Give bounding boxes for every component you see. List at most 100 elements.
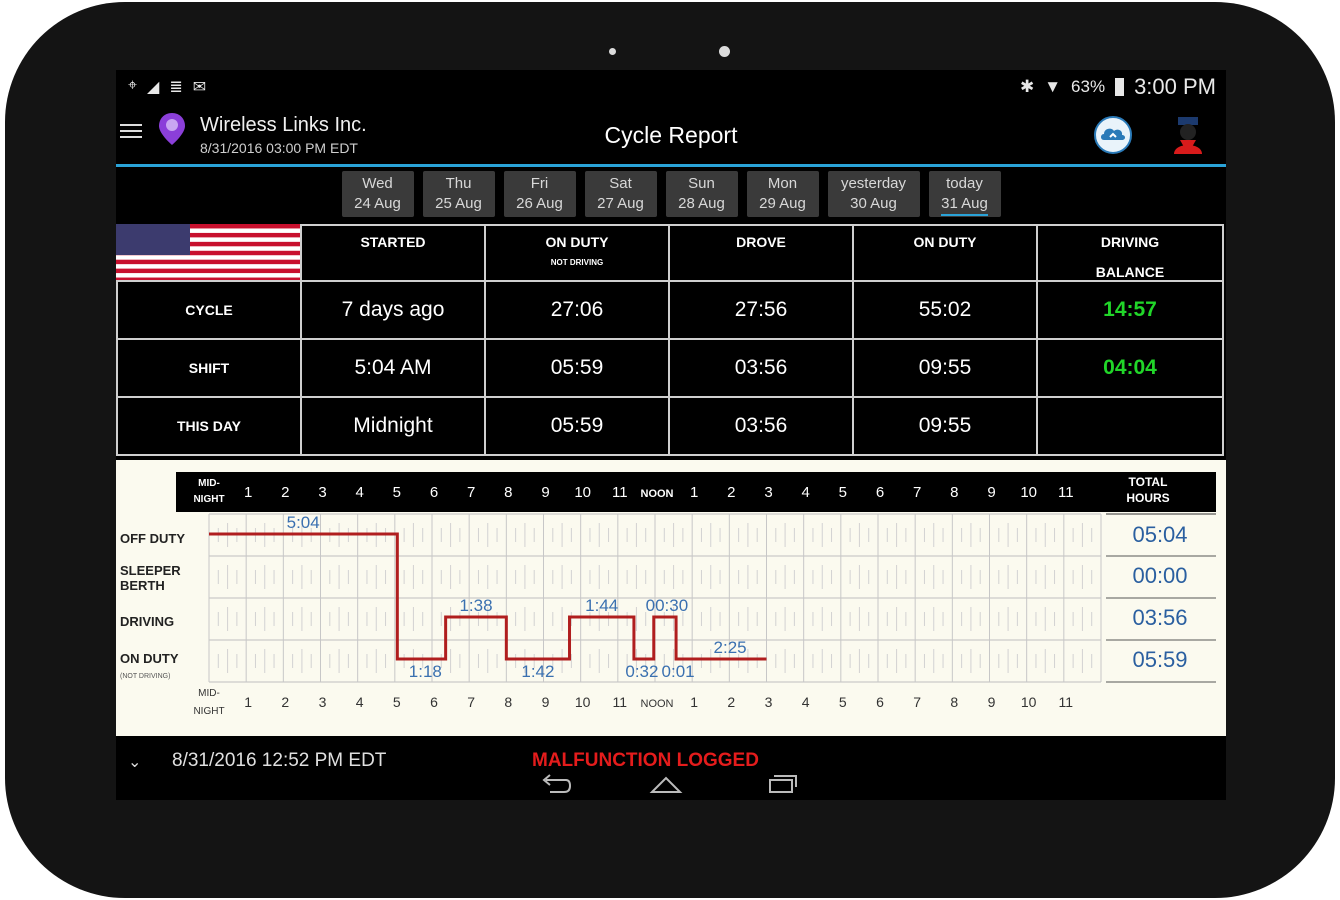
hour-label-bottom: 4 <box>802 694 810 710</box>
hour-label-bottom: 1 <box>244 694 252 710</box>
cycle-onduty: 55:02 <box>852 280 1038 340</box>
hour-label-top: 10 <box>1020 484 1037 501</box>
footer-timestamp: 8/31/2016 12:52 PM EDT <box>172 750 387 771</box>
page-title: Cycle Report <box>604 122 738 148</box>
hour-label-bottom: 3 <box>765 694 773 710</box>
duration-label: 5:04 <box>287 513 320 532</box>
recents-nav-icon[interactable] <box>762 772 802 796</box>
hour-label-bottom: 5 <box>839 694 847 710</box>
hour-label-top: 9 <box>987 484 995 501</box>
hour-label-bottom: 2 <box>727 694 735 710</box>
tab-day-sat[interactable]: Sat 27 Aug <box>584 171 657 217</box>
hour-label-top: NOON <box>641 488 674 500</box>
duration-label: 0:32 <box>625 662 658 681</box>
wifi-strength-icon: ▼ <box>1044 77 1062 96</box>
hour-label-bottom: 10 <box>575 694 591 710</box>
hour-label-top: 6 <box>876 484 884 501</box>
back-nav-icon[interactable] <box>536 772 576 796</box>
tab-day-mon[interactable]: Mon 29 Aug <box>746 171 819 217</box>
hour-label-top: 11 <box>1058 484 1074 501</box>
hour-label-top: 7 <box>467 484 475 501</box>
tab-day-wed[interactable]: Wed 24 Aug <box>341 171 414 217</box>
total-driving: 03:56 <box>1132 605 1187 630</box>
hour-label-top: 1 <box>690 484 698 501</box>
shift-onduty-not-driving: 05:59 <box>484 338 670 398</box>
hour-label-bottom: 2 <box>281 694 289 710</box>
hour-label-bottom: 11 <box>1059 694 1074 710</box>
header-drove: DROVE <box>668 224 854 282</box>
hour-label-bottom: NOON <box>641 698 674 710</box>
total-on-duty: 05:59 <box>1132 647 1187 672</box>
front-camera-lens <box>719 46 730 57</box>
front-camera-dot <box>609 48 616 55</box>
hour-label-top: 8 <box>950 484 958 501</box>
day-onduty: 09:55 <box>852 396 1038 456</box>
header-onduty-not-driving: ON DUTY NOT DRIVING <box>484 224 670 282</box>
hour-label-top: 8 <box>504 484 512 501</box>
cycle-drove: 27:56 <box>668 280 854 340</box>
tab-day-sun[interactable]: Sun 28 Aug <box>665 171 738 217</box>
app-bar: Wireless Links Inc. 8/31/2016 03:00 PM E… <box>116 104 1226 167</box>
hour-label-bottom: 3 <box>319 694 327 710</box>
hour-label-top: 6 <box>430 484 438 501</box>
cycle-summary-table: STARTED ON DUTY NOT DRIVING DROVE ON DUTY… <box>116 224 1226 456</box>
total-off-duty: 05:04 <box>1132 522 1187 547</box>
day-started: Midnight <box>300 396 486 456</box>
status-label-sleeper: SLEEPER <box>120 563 181 578</box>
total-hours-header: TOTAL <box>1129 475 1168 489</box>
day-tabs: Wed 24 Aug Thu 25 Aug Fri 26 Aug Sat 27 Aug … <box>116 167 1226 222</box>
driver-status-icon[interactable] <box>1170 114 1206 156</box>
status-label-sleeper: BERTH <box>120 578 165 593</box>
battery-percent: 63% <box>1071 77 1106 96</box>
cycle-started: 7 days ago <box>300 280 486 340</box>
hour-label-top: 4 <box>801 484 809 501</box>
day-driving-balance <box>1036 396 1224 456</box>
shift-onduty: 09:55 <box>852 338 1038 398</box>
hour-label-top: 7 <box>913 484 921 501</box>
duration-label: 2:25 <box>714 638 747 657</box>
hour-label-top: 2 <box>727 484 735 501</box>
total-hours-header: HOURS <box>1126 491 1169 505</box>
hour-label-bottom: 8 <box>950 694 958 710</box>
duration-label: 1:44 <box>585 596 618 615</box>
header-started: STARTED <box>300 224 486 282</box>
chevron-down-icon[interactable]: ⌄ <box>128 752 141 772</box>
clock: 3:00 PM <box>1134 74 1216 99</box>
status-label-driving: DRIVING <box>120 614 174 629</box>
day-drove: 03:56 <box>668 396 854 456</box>
hour-label-bottom: 7 <box>913 694 921 710</box>
tab-day-yesterday[interactable]: yesterday 30 Aug <box>827 171 920 217</box>
duty-graph-svg: MID-NIGHTMID-NIGHT1122334455667788991010… <box>120 472 1216 717</box>
hour-label-top: 5 <box>839 484 847 501</box>
hour-label-bottom: 4 <box>356 694 364 710</box>
hour-label-bottom: 5 <box>393 694 401 710</box>
tab-day-thu[interactable]: Thu 25 Aug <box>422 171 495 217</box>
location-icon: ⌖ <box>128 77 138 94</box>
duration-label: 0:01 <box>662 662 695 681</box>
bluetooth-icon: ✱ <box>1019 77 1035 96</box>
home-nav-icon[interactable] <box>646 772 686 796</box>
hour-label-bottom: 9 <box>542 694 550 710</box>
status-label-off-duty: OFF DUTY <box>120 531 185 546</box>
tab-day-today[interactable]: today 31 Aug <box>928 171 1001 217</box>
duty-status-graph: MID- NIGHT MID- NIGHT 1 1 2 2 3 3 4 4 5 5 6 6 7 7 8 8 9 9 10 10… <box>116 460 1226 736</box>
wifi-icon: ≣ <box>169 79 183 96</box>
cloud-sync-icon[interactable] <box>1094 116 1132 154</box>
hour-label-top: 11 <box>612 484 628 501</box>
hour-label-top: 4 <box>355 484 363 501</box>
shift-drove: 03:56 <box>668 338 854 398</box>
row-label-cycle: CYCLE <box>116 280 302 340</box>
duration-label: 00:30 <box>646 596 689 615</box>
tab-day-fri[interactable]: Fri 26 Aug <box>503 171 576 217</box>
duration-label: 1:42 <box>521 662 554 681</box>
malfunction-status[interactable]: MALFUNCTION LOGGED <box>532 750 759 772</box>
hour-label-bottom: 10 <box>1021 694 1037 710</box>
row-label-shift: SHIFT <box>116 338 302 398</box>
hour-label-top: MID- <box>198 478 220 489</box>
hour-label-bottom: 11 <box>613 694 628 710</box>
hour-label-bottom: NIGHT <box>193 706 224 717</box>
hour-label-top: 3 <box>318 484 326 501</box>
status-label-on-duty: ON DUTY <box>120 651 179 666</box>
hour-label-bottom: MID- <box>198 688 220 699</box>
cycle-driving-balance: 14:57 <box>1036 280 1224 340</box>
